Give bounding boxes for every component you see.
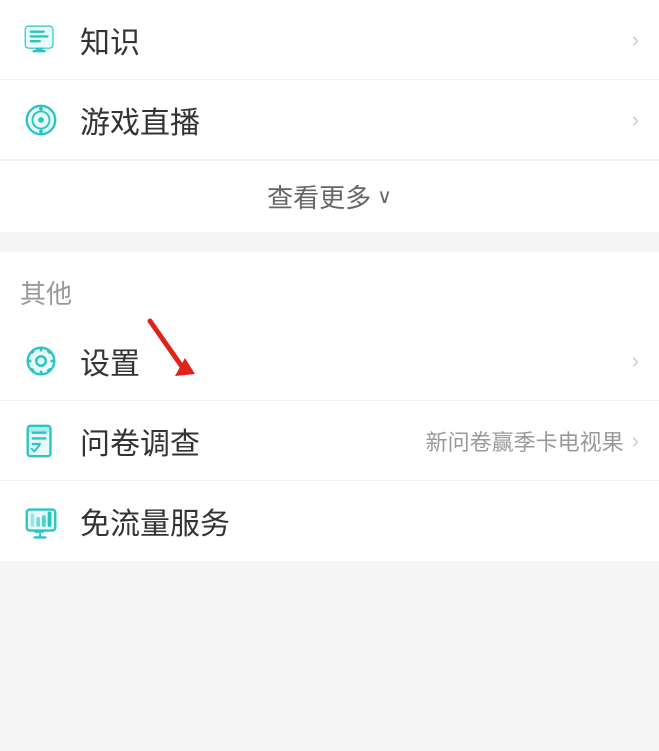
section-divider (0, 232, 659, 252)
free-traffic-label: 免流量服务 (80, 499, 639, 543)
knowledge-icon (22, 21, 60, 59)
menu-item-settings[interactable]: 设置 › (0, 321, 659, 401)
other-section-title: 其他 (20, 279, 72, 309)
knowledge-label: 知识 (80, 18, 632, 62)
menu-item-knowledge[interactable]: 知识 › (0, 0, 659, 80)
settings-label: 设置 (80, 339, 632, 383)
settings-chevron: › (632, 348, 639, 374)
see-more-label: 查看更多 (267, 178, 371, 215)
survey-icon-wrapper (20, 420, 62, 462)
game-live-icon (22, 101, 60, 139)
see-more-chevron-down-icon: ∨ (377, 184, 392, 209)
free-traffic-icon (22, 502, 60, 540)
knowledge-icon-wrapper (20, 19, 62, 61)
game-live-label: 游戏直播 (80, 98, 632, 142)
survey-chevron: › (632, 428, 639, 454)
survey-badge: 新问卷赢季卡电视果 (426, 425, 624, 457)
other-menu-section: 其他 设置 (0, 252, 659, 561)
settings-icon (22, 342, 60, 380)
free-traffic-icon-wrapper (20, 500, 62, 542)
see-more-button[interactable]: 查看更多 ∨ (0, 160, 659, 232)
menu-item-survey[interactable]: 问卷调查 新问卷赢季卡电视果 › (0, 401, 659, 481)
other-section-header: 其他 (0, 252, 659, 321)
knowledge-chevron: › (632, 27, 639, 53)
settings-icon-wrapper (20, 340, 62, 382)
top-menu-section: 知识 › 游戏直播 › 查看更多 ∨ (0, 0, 659, 232)
game-live-chevron: › (632, 107, 639, 133)
menu-item-game-live[interactable]: 游戏直播 › (0, 80, 659, 160)
survey-icon (22, 422, 60, 460)
game-icon-wrapper (20, 99, 62, 141)
survey-label: 问卷调查 (80, 419, 426, 463)
menu-item-free-traffic[interactable]: 免流量服务 (0, 481, 659, 561)
